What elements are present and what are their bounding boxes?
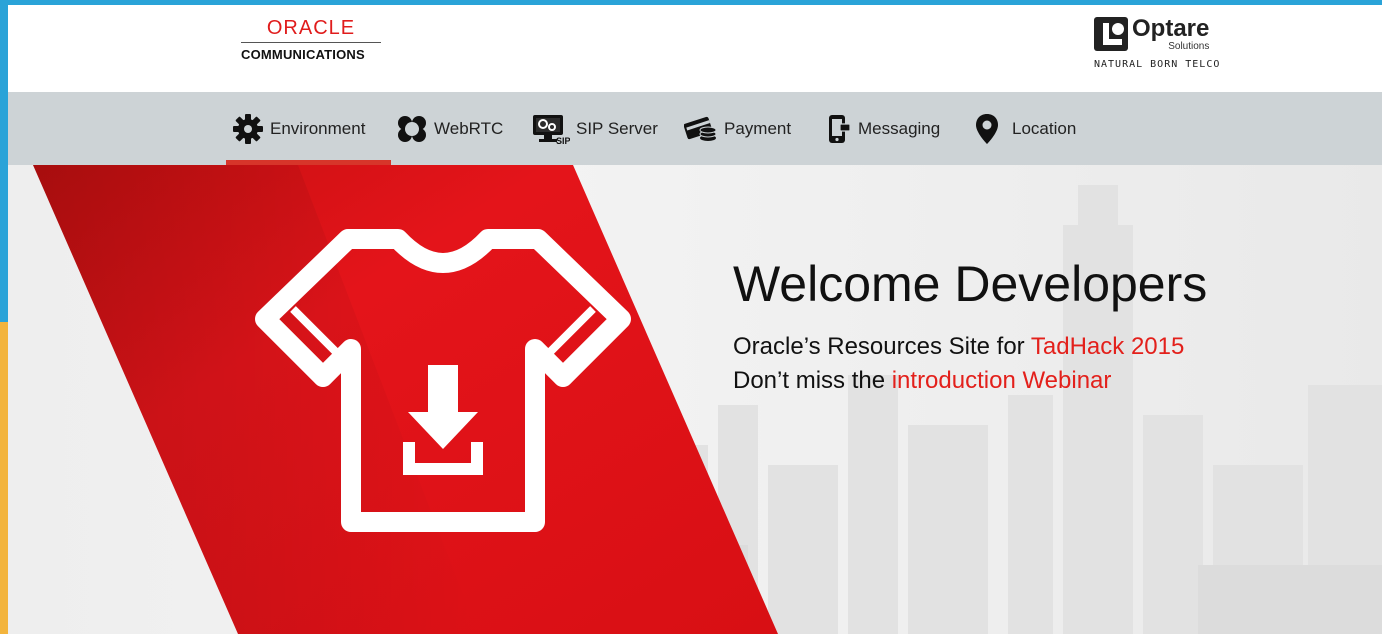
svg-text:SIP: SIP <box>556 136 570 145</box>
webinar-link[interactable]: introduction Webinar <box>892 367 1112 394</box>
nav-item-messaging[interactable]: Messaging <box>826 92 940 165</box>
optare-logo-name: Optare <box>1132 15 1210 42</box>
site-header: ORACLE COMMUNICATIONS Optare Solutions N… <box>8 5 1382 92</box>
nav-item-payment[interactable]: Payment <box>684 92 791 165</box>
hero-subtitle-line1: Oracle’s Resources Site for TadHack 2015 <box>733 333 1184 361</box>
webrtc-icon <box>396 114 428 144</box>
gear-icon <box>232 113 264 145</box>
mobile-icon <box>826 114 852 144</box>
nav-item-webrtc[interactable]: WebRTC <box>396 92 503 165</box>
optare-logo[interactable]: Optare Solutions NATURAL BORN TELCO <box>1094 17 1234 70</box>
hero-title: Welcome Developers <box>733 256 1208 312</box>
sip-server-icon: SIP <box>532 113 570 145</box>
tshirt-download-icon[interactable] <box>253 227 633 537</box>
nav-label: SIP Server <box>576 118 658 138</box>
nav-label: Environment <box>270 118 366 138</box>
payment-icon <box>684 114 718 144</box>
hero-subtitle-line2: Don’t miss the introduction Webinar <box>733 367 1111 395</box>
optare-logo-sub: Solutions <box>1168 41 1210 52</box>
nav-label: WebRTC <box>434 118 504 138</box>
nav-label: Messaging <box>858 118 941 138</box>
nav-label: Location <box>1012 118 1077 138</box>
window-frame-left <box>0 0 8 322</box>
hero-line2-text: Don’t miss the <box>733 367 892 394</box>
main-nav: Environment WebRTC SIP SIP Server Paymen… <box>8 92 1382 165</box>
tadhack-link[interactable]: TadHack 2015 <box>1031 333 1184 360</box>
oracle-logo-rule <box>241 42 381 43</box>
nav-item-sip-server[interactable]: SIP SIP Server <box>532 92 658 165</box>
oracle-communications-logo[interactable]: ORACLE COMMUNICATIONS <box>241 17 381 62</box>
nav-item-environment[interactable]: Environment <box>232 92 365 165</box>
oracle-logo-sub: COMMUNICATIONS <box>241 47 365 62</box>
window-frame-left-accent <box>0 322 8 634</box>
hero-banner: Welcome Developers Oracle’s Resources Si… <box>8 165 1382 634</box>
hero-line1-text: Oracle’s Resources Site for <box>733 333 1031 360</box>
nav-label: Payment <box>724 118 792 138</box>
oracle-logo-word: ORACLE <box>266 17 356 39</box>
optare-mark-icon <box>1094 17 1128 51</box>
map-pin-icon <box>974 113 1000 145</box>
optare-tagline: NATURAL BORN TELCO <box>1094 59 1221 70</box>
nav-item-location[interactable]: Location <box>974 92 1076 165</box>
